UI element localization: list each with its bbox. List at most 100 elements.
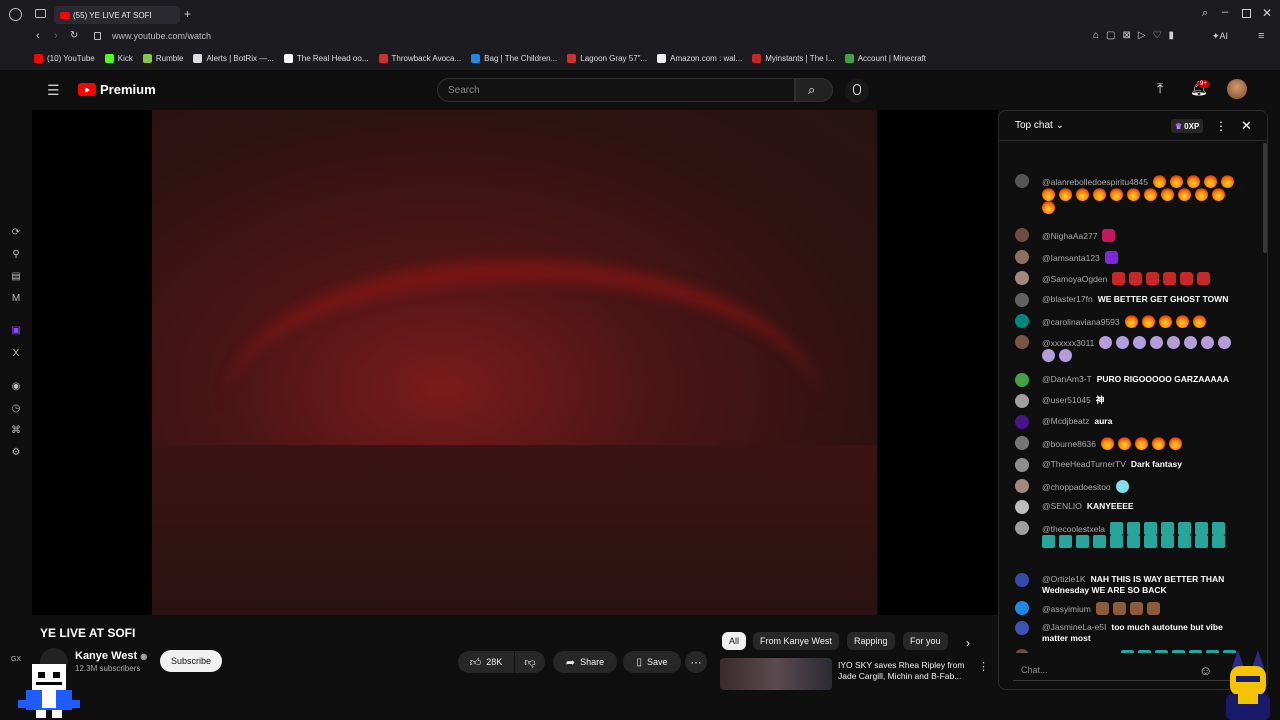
browser-tab-active[interactable]: (55) YE LIVE AT SOFI (54, 6, 180, 24)
chat-message[interactable]: @Ortizle1K NAH THIS IS WAY BETTER THAN We… (1013, 573, 1245, 596)
chat-author-avatar[interactable] (1015, 335, 1029, 349)
channel-name[interactable]: Kanye West ◉ (75, 650, 147, 662)
chat-author-name[interactable]: @TheeHeadTurnerTV (1042, 459, 1126, 469)
chat-author-avatar[interactable] (1015, 621, 1029, 635)
new-tab-icon[interactable]: + (184, 7, 191, 21)
bookmark-throwback[interactable]: Throwback Avoca... (378, 53, 461, 63)
browser-menu-icon[interactable] (9, 8, 22, 21)
chat-author-name[interactable]: @SamoyaOgden (1042, 274, 1107, 284)
chat-author-avatar[interactable] (1015, 479, 1029, 493)
chat-message[interactable]: @thecoolestxela (1013, 521, 1245, 548)
chip-for-you[interactable]: For you (903, 632, 948, 650)
chat-author-name[interactable]: @SENLIO (1042, 501, 1082, 511)
copilot-icon[interactable]: ⟳ (10, 227, 22, 239)
chat-message[interactable]: @TheeHeadTurnerTV Dark fantasy (1013, 458, 1245, 472)
dislike-button[interactable]: 👎︎ (515, 651, 545, 673)
chip-from-kanye-west[interactable]: From Kanye West (753, 632, 839, 650)
chat-author-name[interactable]: @user51045 (1042, 395, 1091, 405)
x-icon[interactable]: X (10, 348, 22, 360)
chat-message[interactable]: @DanAm3-T PURO RIGOOOOO GARZAAAAA (1013, 373, 1245, 387)
chat-message[interactable]: @NighaAa277 (1013, 228, 1245, 242)
chat-author-avatar[interactable] (1015, 314, 1029, 328)
chat-author-avatar[interactable] (1015, 174, 1029, 188)
chat-author-avatar[interactable] (1015, 250, 1029, 264)
bookmark-lagoon[interactable]: Lagoon Gray 57"... (567, 53, 647, 63)
chat-author-name[interactable]: @xxxxxx3011 (1042, 338, 1094, 348)
chat-author-name[interactable]: @assyimium (1042, 604, 1091, 614)
chat-author-name[interactable]: @thecoolestxela (1042, 524, 1105, 534)
chat-author-name[interactable]: @NighaAa277 (1042, 231, 1097, 241)
chat-author-avatar[interactable] (1015, 415, 1029, 429)
youtube-logo[interactable]: Premium (78, 82, 156, 97)
chat-author-avatar[interactable] (1015, 521, 1029, 535)
chat-author-avatar[interactable] (1015, 271, 1029, 285)
chat-message[interactable]: @blaster17fn WE BETTER GET GHOST TOWN (1013, 293, 1245, 307)
tab-manager-icon[interactable] (35, 9, 46, 18)
back-icon[interactable]: ‹ (36, 30, 40, 42)
twitch-icon[interactable]: ▣ (10, 325, 22, 337)
chat-message[interactable]: @SamoyaOgden (1013, 271, 1245, 285)
chat-message[interactable]: @user51045 神 (1013, 394, 1245, 408)
bookmark-youtube[interactable]: (10) YouTube (34, 53, 95, 63)
maximize-icon[interactable] (1242, 9, 1251, 18)
search-button[interactable]: ⌕ (795, 78, 833, 102)
chat-more-icon[interactable]: ⋮ (1215, 119, 1227, 133)
chat-author-avatar[interactable] (1015, 458, 1029, 472)
like-button[interactable]: 👍︎ 28K (458, 651, 514, 673)
settings-icon[interactable]: ⚙ (10, 447, 22, 459)
chat-message[interactable]: @Mcdjbeatz aura (1013, 415, 1245, 429)
m-icon[interactable]: M (10, 293, 22, 305)
url-text[interactable]: www.youtube.com/watch (112, 31, 211, 41)
chat-author-name[interactable]: @CRUNCHHTRAP (1042, 652, 1116, 653)
chat-author-name[interactable]: @Iamsanta123 (1042, 253, 1100, 263)
chat-author-avatar[interactable] (1015, 373, 1029, 387)
chip-all[interactable]: All (722, 632, 747, 650)
chat-message[interactable]: @JasmineLa-e5I too much autotune but vibe… (1013, 621, 1245, 644)
more-actions-button[interactable]: ⋯ (685, 651, 707, 673)
chips-next-icon[interactable]: › (966, 636, 970, 650)
chat-message[interactable]: @choppadoesitoo (1013, 479, 1245, 493)
chat-author-name[interactable]: @JasmineLa-e5I (1042, 622, 1106, 632)
recommended-video[interactable]: IYO SKY saves Rhea Ripley from Jade Carg… (720, 658, 990, 690)
subscribe-button[interactable]: Subscribe (160, 650, 222, 672)
top-chat-dropdown[interactable]: Top chat ⌄ (1015, 120, 1064, 131)
tools-icon[interactable]: ▤ (10, 271, 22, 283)
forward-icon[interactable]: › (54, 30, 58, 42)
close-window-icon[interactable]: ✕ (1262, 6, 1272, 20)
bookmark-minecraft[interactable]: Account | Minecraft (844, 53, 926, 63)
save-button[interactable]: ▯ Save (623, 651, 681, 673)
search-tabs-icon[interactable]: ⌕ (1202, 7, 1208, 20)
chat-author-avatar[interactable] (1015, 500, 1029, 514)
upload-icon[interactable]: ⤒ (1157, 80, 1163, 97)
recommended-menu-icon[interactable]: ⋮ (978, 660, 989, 673)
chat-author-name[interactable]: @DanAm3-T (1042, 374, 1092, 384)
close-chat-icon[interactable]: ✕ (1241, 118, 1252, 134)
chat-author-name[interactable]: @Ortizle1K (1042, 574, 1086, 584)
emoji-picker-icon[interactable]: ☺ (1199, 663, 1212, 678)
chat-author-name[interactable]: @bourne8636 (1042, 439, 1096, 449)
bookmark-amazon[interactable]: Amazon.com : wal... (657, 53, 742, 63)
extensions-icon[interactable]: ⌘ (10, 425, 22, 437)
chat-author-avatar[interactable] (1015, 394, 1029, 408)
share-button[interactable]: ➦ Share (553, 651, 617, 673)
chat-author-name[interactable]: @choppadoesitoo (1042, 482, 1111, 492)
bookmark-botrix[interactable]: Alerts | BotRix —... (193, 53, 274, 63)
bookmark-myinstants[interactable]: Myinstants | The I... (752, 53, 835, 63)
bookmark-x[interactable]: The Real Head oo... (283, 53, 369, 63)
search-input[interactable]: Search (437, 78, 795, 102)
recommended-title[interactable]: IYO SKY saves Rhea Ripley from Jade Carg… (838, 660, 976, 682)
voice-search-button[interactable] (845, 79, 869, 103)
chat-message[interactable]: @SENLIO KANYEEEE (1013, 500, 1245, 514)
bookmark-rumble[interactable]: Rumble (142, 53, 183, 63)
account-avatar[interactable] (1227, 79, 1247, 99)
chat-author-name[interactable]: @Mcdjbeatz (1042, 416, 1089, 426)
chat-message[interactable]: @assyimium (1013, 601, 1245, 615)
browser-settings-icon[interactable]: ≡ (1258, 30, 1264, 42)
history-icon[interactable]: ◷ (10, 403, 22, 415)
chat-author-name[interactable]: @blaster17fn (1042, 294, 1093, 304)
reload-icon[interactable]: ↻ (70, 30, 78, 41)
video-player[interactable] (152, 110, 877, 615)
chat-author-avatar[interactable] (1015, 573, 1029, 587)
chat-message[interactable]: @Iamsanta123 (1013, 250, 1245, 264)
chat-scrollbar[interactable] (1263, 143, 1267, 253)
